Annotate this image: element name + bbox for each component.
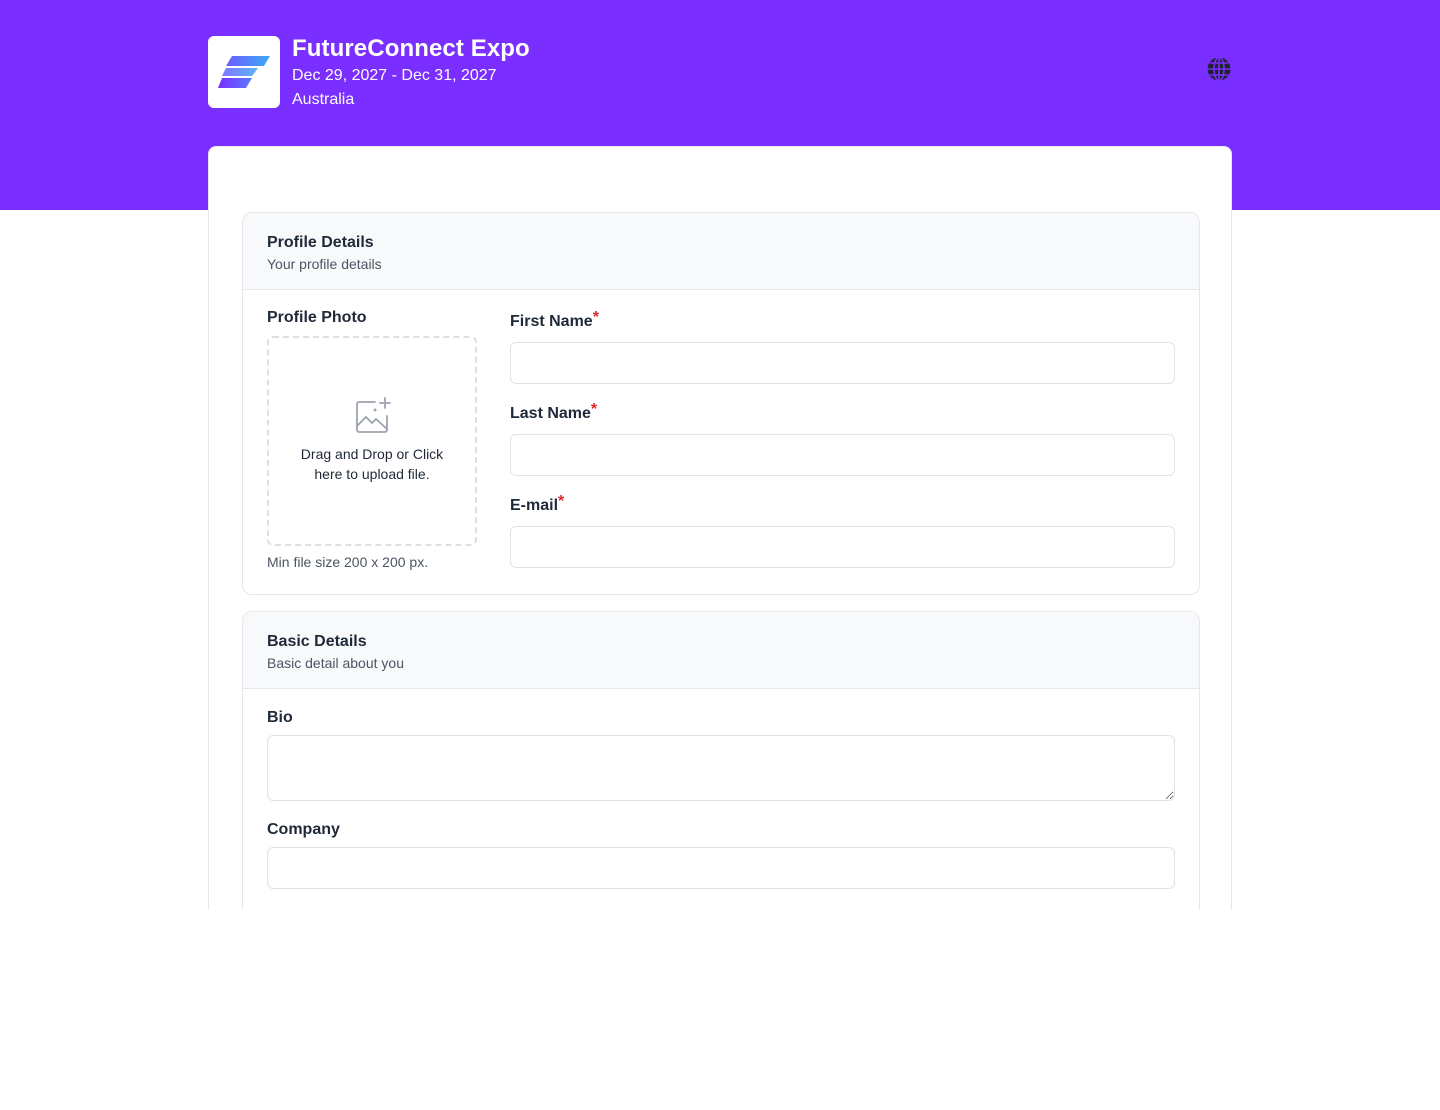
basic-details-header: Basic Details Basic detail about you (243, 612, 1199, 689)
first-name-label: First Name* (510, 308, 1175, 332)
event-logo (208, 36, 280, 108)
profile-photo-label: Profile Photo (267, 309, 367, 326)
required-marker: * (592, 309, 599, 326)
event-title: FutureConnect Expo (292, 35, 530, 62)
last-name-label: Last Name* (510, 400, 1175, 424)
company-label: Company (267, 821, 340, 838)
bio-label: Bio (267, 709, 293, 726)
email-group: E-mail* (510, 492, 1175, 568)
event-header: FutureConnect Expo Dec 29, 2027 - Dec 31… (208, 36, 1232, 108)
company-input[interactable] (267, 847, 1175, 889)
profile-details-section: Profile Details Your profile details Pro… (242, 212, 1200, 595)
upload-size-hint: Min file size 200 x 200 px. (267, 554, 429, 570)
required-marker: * (590, 401, 598, 418)
event-location: Australia (292, 91, 355, 108)
last-name-group: Last Name* (510, 400, 1175, 476)
profile-details-body: Profile Photo Drag and Drop or Click her… (243, 290, 1199, 594)
section-subtitle: Basic detail about you (267, 655, 404, 671)
upload-instructions: Drag and Drop or Click here to upload fi… (300, 446, 444, 482)
section-title: Basic Details (267, 633, 367, 650)
futureconnect-logo-icon (218, 56, 270, 88)
email-input[interactable] (510, 526, 1175, 568)
last-name-label-text: Last Name (510, 405, 591, 422)
event-dates: Dec 29, 2027 - Dec 31, 2027 (292, 67, 497, 84)
section-title: Profile Details (267, 234, 374, 251)
email-label-text: E-mail (510, 497, 559, 514)
required-marker: * (558, 493, 565, 510)
first-name-group: First Name* (510, 308, 1175, 384)
registration-card: Profile Details Your profile details Pro… (208, 146, 1232, 910)
first-name-label-text: First Name (510, 313, 593, 330)
event-info: FutureConnect Expo Dec 29, 2027 - Dec 31… (292, 36, 530, 112)
section-subtitle: Your profile details (267, 256, 382, 272)
email-label: E-mail* (510, 492, 1175, 516)
bio-textarea[interactable] (267, 735, 1175, 801)
profile-details-header: Profile Details Your profile details (243, 213, 1199, 290)
language-globe-button[interactable] (1206, 56, 1232, 82)
last-name-input[interactable] (510, 434, 1175, 476)
basic-details-section: Basic Details Basic detail about you Bio… (242, 611, 1200, 910)
globe-icon (1207, 56, 1231, 82)
photo-upload-dropzone[interactable]: Drag and Drop or Click here to upload fi… (267, 336, 477, 546)
first-name-input[interactable] (510, 342, 1175, 384)
image-add-icon (356, 397, 391, 433)
